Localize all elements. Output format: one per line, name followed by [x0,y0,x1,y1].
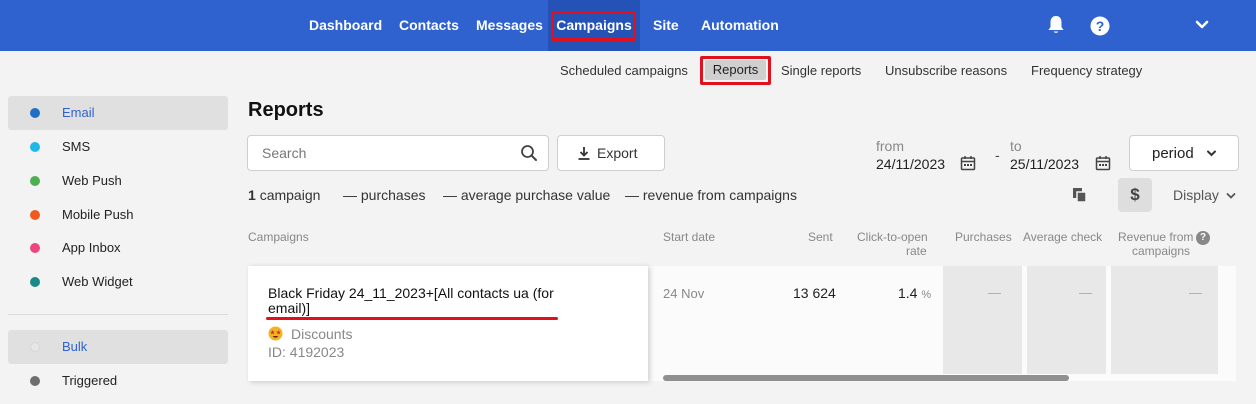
from-label: from [876,138,904,154]
revenue-column-shade [1111,266,1218,374]
sidebar-item-mobile-push[interactable]: Mobile Push [8,198,228,232]
search-box [247,135,549,171]
nav-dashboard[interactable]: Dashboard [309,0,382,51]
cto-rate-cell: 1.4 % [898,285,931,301]
page-title: Reports [248,99,324,121]
channel-color-dot [30,108,40,118]
sidebar-item-label: Web Widget [62,274,133,289]
sidebar-item-app-inbox[interactable]: App Inbox [8,231,228,265]
svg-text:?: ? [1096,18,1105,34]
revenue-cell: — [1189,285,1202,300]
header-revenue-line2: campaigns [1132,244,1191,258]
header-cto-line1[interactable]: Click-to-open [857,230,928,244]
channel-color-dot [30,142,40,152]
calendar-icon[interactable] [960,155,976,171]
header-start-date[interactable]: Start date [663,230,715,244]
header-cto-line2: rate [906,244,927,258]
nav-messages[interactable]: Messages [476,0,543,51]
chevron-down-icon [1207,150,1216,157]
campaign-count-value: 1 [248,187,256,203]
search-input[interactable] [248,136,508,170]
to-date-value[interactable]: 25/11/2023 [1010,156,1079,172]
avg-check-column-shade [1027,266,1106,374]
purchases-column-shade [943,266,1022,374]
help-icon[interactable]: ? [1196,231,1210,245]
header-purchases[interactable]: Purchases [955,230,1012,244]
display-dropdown[interactable]: Display [1173,187,1219,203]
copy-icon[interactable] [1071,186,1089,204]
period-dropdown[interactable]: period [1129,135,1239,171]
table-row[interactable]: Black Friday 24_11_2023+[All contacts ua… [248,266,648,381]
header-revenue-line1[interactable]: Revenue from [1118,230,1193,244]
avg-purchase-summary: — average purchase value [443,187,611,203]
type-color-dot [30,342,40,352]
channel-color-dot [30,243,40,253]
to-label: to [1010,138,1022,154]
chevron-down-icon[interactable] [1195,19,1209,31]
cto-rate-value: 1.4 [898,285,918,301]
highlight-box-campaigns [551,11,636,41]
period-label: period [1152,145,1194,162]
channel-color-dot [30,210,40,220]
sidebar-item-triggered[interactable]: Triggered [8,364,228,398]
start-date-cell: 24 Nov [663,286,705,301]
subnav-single-reports[interactable]: Single reports [781,63,861,79]
channel-color-dot [30,176,40,186]
campaign-name-link[interactable]: Black Friday 24_11_2023+[All contacts ua… [268,286,588,316]
highlight-box-reports [700,56,771,85]
cto-rate-unit: % [921,289,932,301]
chevron-down-icon[interactable] [1226,191,1236,201]
campaign-count-label: campaign [259,187,321,203]
nav-automation[interactable]: Automation [701,0,779,51]
currency-toggle-button[interactable]: $ [1118,178,1152,212]
campaign-count: 1 campaign [248,187,320,203]
sidebar-item-label: Bulk [62,339,88,354]
nav-site[interactable]: Site [653,0,679,51]
purchases-cell: — [988,285,1001,300]
export-label: Export [597,145,638,161]
red-underline-annotation [266,317,558,320]
from-date-value[interactable]: 24/11/2023 [876,156,945,172]
sent-cell: 13 624 [793,285,836,301]
campaign-id: ID: 4192023 [268,344,345,360]
sidebar-item-email[interactable]: Email [8,96,228,130]
sidebar-item-label: Web Push [62,173,122,188]
subnav-frequency-strategy[interactable]: Frequency strategy [1031,63,1142,79]
star-struck-emoji-icon [268,326,283,341]
type-color-dot [30,376,40,386]
sidebar-item-label: SMS [62,139,91,154]
sidebar-item-label: Mobile Push [62,207,134,222]
search-icon[interactable] [520,144,538,162]
sidebar-item-label: App Inbox [62,240,121,255]
download-icon [578,147,590,160]
sidebar-item-web-widget[interactable]: Web Widget [8,265,228,299]
sidebar-item-sms[interactable]: SMS [8,130,228,164]
revenue-summary: — revenue from campaigns [625,187,797,203]
date-range-separator: - [995,147,1000,163]
subnav-scheduled-campaigns[interactable]: Scheduled campaigns [560,63,688,79]
horizontal-scrollbar-thumb[interactable] [663,375,1069,381]
sidebar-item-web-push[interactable]: Web Push [8,164,228,198]
purchases-summary: — purchases [343,187,426,203]
bell-icon[interactable] [1047,15,1065,35]
calendar-icon[interactable] [1095,155,1111,171]
channel-color-dot [30,277,40,287]
sidebar-item-label: Email [62,105,95,120]
export-button[interactable]: Export [557,135,665,171]
campaign-tag: Discounts [291,326,353,342]
sidebar-item-label: Triggered [62,373,118,388]
sidebar-item-bulk[interactable]: Bulk [8,330,228,364]
help-circle-icon[interactable]: ? [1090,16,1110,36]
header-sent[interactable]: Sent [808,230,833,244]
avg-check-cell: — [1079,285,1092,300]
sidebar-divider [8,314,228,315]
subnav-unsubscribe-reasons[interactable]: Unsubscribe reasons [885,63,1007,79]
header-campaigns[interactable]: Campaigns [248,230,309,244]
nav-contacts[interactable]: Contacts [399,0,459,51]
header-average-check[interactable]: Average check [1023,230,1102,244]
